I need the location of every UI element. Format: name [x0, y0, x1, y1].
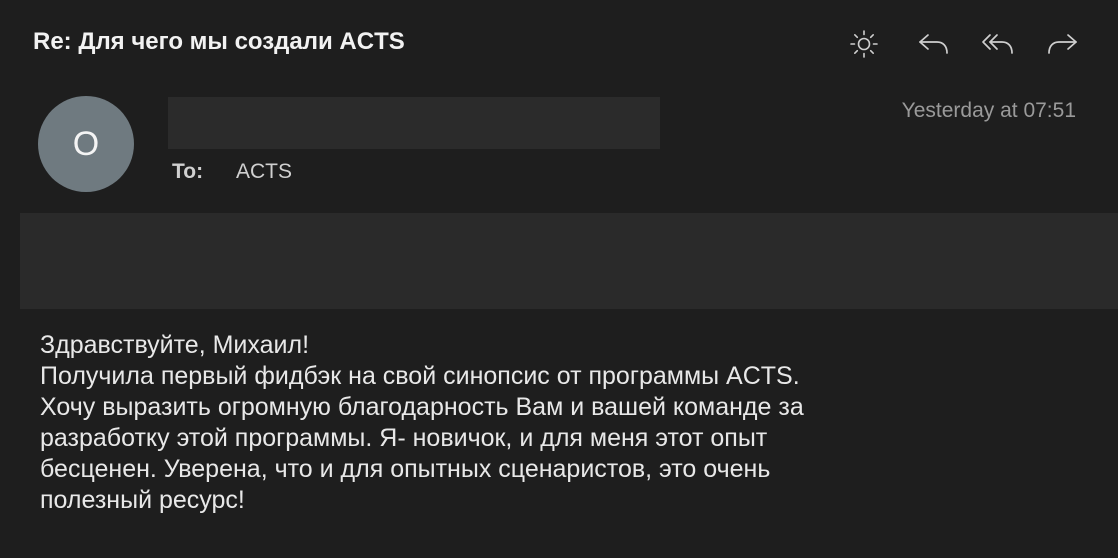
to-label: To:	[172, 160, 204, 183]
brightness-icon	[850, 30, 878, 58]
message-date: Yesterday at 07:51	[901, 99, 1076, 122]
message-body: Здравствуйте, Михаил! Получила первый фи…	[40, 330, 1100, 516]
body-line: Здравствуйте, Михаил!	[40, 331, 310, 359]
body-line: Получила первый фидбэк на свой синопсис …	[40, 362, 800, 390]
redacted-banner	[20, 213, 1118, 309]
reply-button[interactable]	[914, 26, 954, 62]
reply-icon	[919, 34, 948, 54]
reply-all-button[interactable]	[978, 26, 1018, 62]
email-subject: Re: Для чего мы создали ACTS	[33, 28, 405, 55]
forward-icon	[1048, 34, 1077, 54]
reply-all-icon	[982, 34, 1013, 54]
body-line: разработку этой программы. Я- новичок, и…	[40, 424, 768, 452]
avatar-initial: O	[72, 124, 100, 163]
message-toolbar	[840, 26, 1090, 62]
body-line: бесценен. Уверена, что и для опытных сце…	[40, 455, 771, 483]
body-line: полезный ресурс!	[40, 486, 245, 514]
sender-name-redacted	[168, 97, 660, 149]
forward-button[interactable]	[1042, 26, 1082, 62]
brightness-button[interactable]	[844, 26, 884, 62]
sender-avatar: O	[38, 96, 134, 192]
body-line: Хочу выразить огромную благодарность Вам…	[40, 393, 804, 421]
recipient[interactable]: ACTS	[236, 160, 292, 184]
